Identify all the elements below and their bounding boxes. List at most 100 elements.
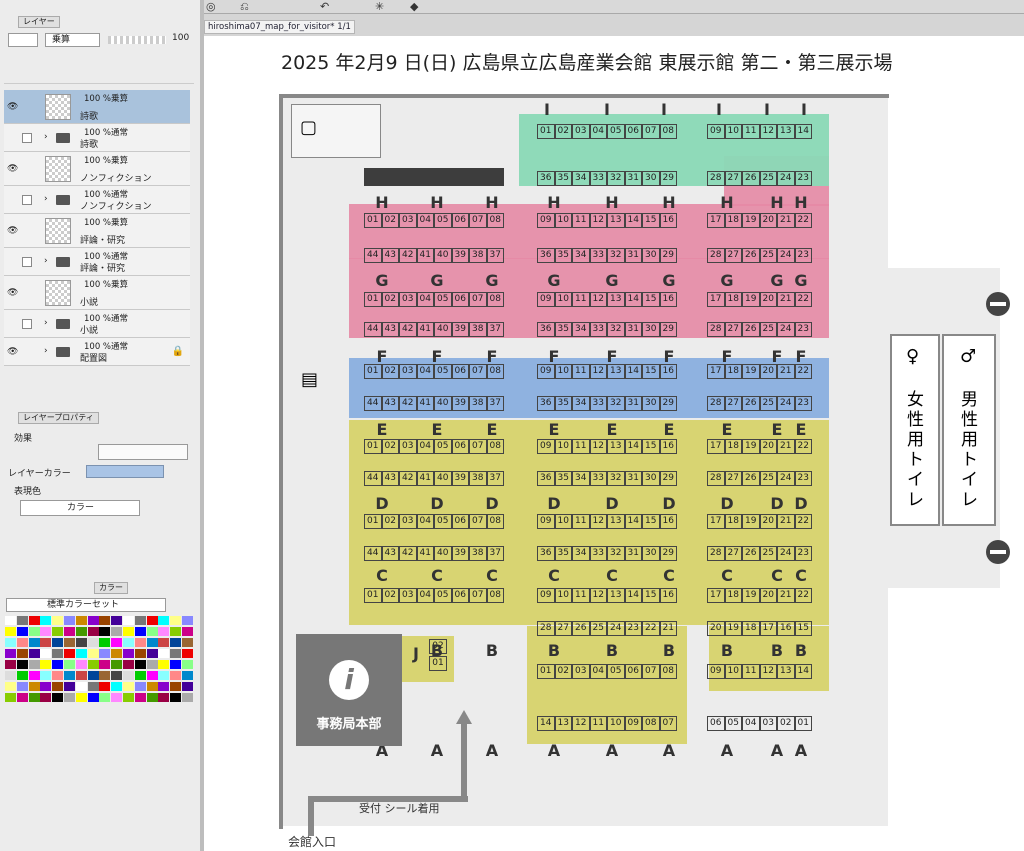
blend-mode-select[interactable]: 乗算 [45, 33, 100, 47]
color-swatch[interactable] [123, 671, 134, 680]
color-swatch[interactable] [182, 693, 193, 702]
color-swatch[interactable] [99, 671, 111, 680]
layer-row[interactable]: 👁 100 %乗算 小説 [4, 276, 190, 310]
color-swatch[interactable] [170, 616, 182, 625]
selection-icon[interactable]: ↶ [320, 0, 329, 13]
opacity-slider[interactable] [108, 36, 166, 44]
color-swatch[interactable] [52, 693, 64, 702]
color-swatch[interactable] [111, 649, 123, 658]
color-swatch[interactable] [146, 616, 158, 625]
color-swatch[interactable] [64, 671, 75, 680]
color-swatch[interactable] [134, 693, 146, 702]
color-swatch[interactable] [5, 660, 16, 669]
color-swatch[interactable] [16, 682, 28, 691]
color-swatch[interactable] [134, 660, 146, 669]
effect-buttons[interactable] [98, 444, 188, 460]
color-swatch[interactable] [64, 616, 75, 625]
layer-row[interactable]: 👁 100 %乗算 ノンフィクション [4, 152, 190, 186]
color-swatch[interactable] [123, 627, 134, 636]
color-swatch[interactable] [75, 627, 87, 636]
canvas[interactable]: 2025 年2月9 日(日) 広島県立広島産業会館 東展示館 第二・第三展示場 … [204, 36, 1024, 851]
color-swatch[interactable] [158, 649, 170, 658]
layer-row[interactable]: › 100 %通常 評論・研究 [4, 248, 190, 276]
color-swatch[interactable] [87, 638, 99, 647]
color-swatch[interactable] [40, 627, 52, 636]
color-swatch[interactable] [99, 682, 111, 691]
color-swatch[interactable] [87, 693, 99, 702]
color-swatch[interactable] [182, 638, 193, 647]
color-swatch[interactable] [146, 649, 158, 658]
color-swatch[interactable] [40, 682, 52, 691]
color-swatch[interactable] [52, 660, 64, 669]
color-swatch[interactable] [52, 616, 64, 625]
color-swatch[interactable] [75, 649, 87, 658]
color-swatch[interactable] [16, 671, 28, 680]
layer-color-swatch[interactable] [86, 465, 164, 478]
color-swatch[interactable] [146, 627, 158, 636]
color-swatch[interactable] [99, 627, 111, 636]
document-tab[interactable]: hiroshima07_map_for_visitor* 1/1 [204, 20, 355, 34]
color-swatch[interactable] [28, 660, 40, 669]
color-swatch[interactable] [99, 649, 111, 658]
fill-icon[interactable]: ◆ [410, 0, 418, 13]
color-swatch[interactable] [170, 627, 182, 636]
color-swatch[interactable] [182, 660, 193, 669]
color-swatch[interactable] [5, 616, 16, 625]
tab-layer[interactable]: レイヤー [18, 16, 60, 28]
color-swatch[interactable] [75, 682, 87, 691]
color-swatch[interactable] [64, 682, 75, 691]
color-swatch[interactable] [28, 627, 40, 636]
color-swatch[interactable] [16, 693, 28, 702]
color-swatch[interactable] [111, 682, 123, 691]
color-swatch[interactable] [158, 660, 170, 669]
chevron-right-icon[interactable]: › [44, 346, 48, 356]
color-swatch[interactable] [64, 660, 75, 669]
color-swatch[interactable] [40, 693, 52, 702]
layer-row[interactable]: › 100 %通常 詩歌 [4, 124, 190, 152]
color-swatch[interactable] [158, 616, 170, 625]
color-swatch[interactable] [123, 660, 134, 669]
color-swatch[interactable] [111, 638, 123, 647]
color-swatch[interactable] [16, 627, 28, 636]
color-swatch[interactable] [123, 616, 134, 625]
color-swatch[interactable] [146, 638, 158, 647]
chevron-right-icon[interactable]: › [44, 132, 48, 142]
color-swatch[interactable] [123, 682, 134, 691]
color-swatch[interactable] [134, 682, 146, 691]
layer-type-select[interactable] [8, 33, 38, 47]
undo-icon[interactable]: ◎ [206, 0, 216, 13]
color-swatch[interactable] [16, 638, 28, 647]
color-swatch[interactable] [87, 671, 99, 680]
color-swatch[interactable] [146, 693, 158, 702]
color-swatch[interactable] [99, 638, 111, 647]
chevron-right-icon[interactable]: › [44, 256, 48, 266]
color-swatch[interactable] [75, 693, 87, 702]
color-swatch[interactable] [40, 638, 52, 647]
layer-row[interactable]: › 100 %通常 ノンフィクション [4, 186, 190, 214]
color-swatch[interactable] [170, 660, 182, 669]
lock-icon[interactable]: 🔒 [172, 346, 184, 357]
color-swatch[interactable] [28, 616, 40, 625]
eye-icon[interactable]: 👁 [7, 288, 18, 298]
expression-select[interactable]: カラー [20, 500, 140, 516]
color-swatch[interactable] [99, 693, 111, 702]
color-swatch[interactable] [64, 693, 75, 702]
color-swatch[interactable] [75, 638, 87, 647]
color-swatch[interactable] [28, 638, 40, 647]
eye-icon[interactable]: 👁 [7, 226, 18, 236]
color-swatch[interactable] [40, 649, 52, 658]
color-swatch[interactable] [111, 693, 123, 702]
color-swatch[interactable] [182, 671, 193, 680]
color-swatch[interactable] [99, 660, 111, 669]
color-swatch[interactable] [5, 627, 16, 636]
visibility-toggle[interactable] [22, 132, 32, 143]
color-swatch[interactable] [134, 638, 146, 647]
color-palette[interactable] [5, 616, 195, 704]
layer-row[interactable]: › 100 %通常 小説 [4, 310, 190, 338]
color-swatch[interactable] [64, 649, 75, 658]
redo-icon[interactable]: ⎌ [240, 0, 249, 13]
color-swatch[interactable] [64, 627, 75, 636]
chevron-right-icon[interactable]: › [44, 318, 48, 328]
color-swatch[interactable] [5, 638, 16, 647]
color-swatch[interactable] [158, 682, 170, 691]
